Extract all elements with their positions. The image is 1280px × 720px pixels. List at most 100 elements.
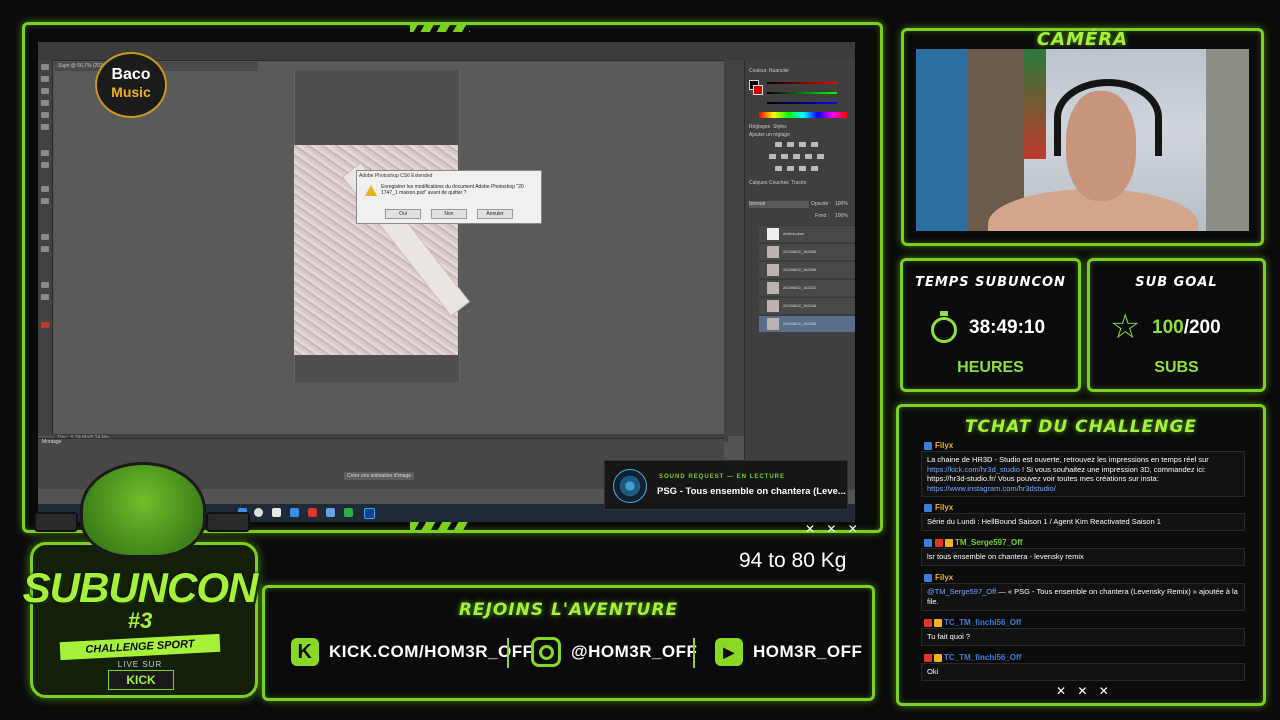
background-swatch[interactable] [753, 85, 763, 95]
divider [693, 638, 695, 668]
verified-badge-icon [924, 538, 932, 547]
swatches-tab[interactable]: Nuancier [769, 68, 789, 74]
channels-tab[interactable]: Couches [769, 180, 789, 186]
panel-dock [724, 60, 744, 436]
explorer-icon[interactable] [290, 508, 299, 517]
warning-icon [365, 185, 377, 196]
color-spectrum[interactable] [759, 112, 847, 118]
type-tool-icon[interactable] [41, 246, 49, 252]
photo-filter-icon[interactable] [817, 154, 824, 159]
styles-tab[interactable]: Styles [773, 124, 787, 130]
sub-goal: SUB GOAL ☆ 100/200 SUBS [1087, 258, 1266, 392]
weight-goal-text: 94 to 80 Kg [739, 549, 847, 572]
brightness-icon[interactable] [775, 142, 782, 147]
layer-row-selected[interactable]: 20240602_182055 [759, 315, 855, 332]
message-link[interactable]: https://www.instagram.com/hr3dstudio/ [927, 484, 1056, 493]
blue-slider[interactable] [767, 102, 837, 104]
fill-label: Fond : [815, 213, 830, 219]
red-slider[interactable] [767, 82, 837, 84]
layers-tab[interactable]: Calques [749, 180, 767, 186]
chat-username: TC_TM_finchi56_Off [924, 652, 1021, 663]
goal-title: SUB GOAL [1135, 275, 1218, 290]
zoom-tool-icon[interactable] [41, 294, 49, 300]
chat-message: TC_TM_finchi56_Off Oki [921, 653, 1245, 681]
cam-background [916, 49, 968, 231]
instagram-link[interactable]: @HOM3R_OFF [531, 636, 697, 668]
hand-tool-icon[interactable] [41, 282, 49, 288]
threshold-icon[interactable] [799, 166, 806, 171]
layer-row[interactable]: 20240602_182055 [759, 243, 855, 260]
brush-tool-icon[interactable] [41, 150, 49, 156]
no-button[interactable]: Non [431, 209, 467, 219]
layer-row[interactable]: 20240602_182102 [759, 279, 855, 296]
wand-tool-icon[interactable] [41, 100, 49, 106]
levels-icon[interactable] [787, 142, 794, 147]
chat-message: TM_Serge597_Off lsr tous ensemble on cha… [921, 538, 1245, 566]
invert-icon[interactable] [775, 166, 782, 171]
adjustments-hint: Ajouter un réglage [749, 132, 790, 138]
vibrance-icon[interactable] [769, 154, 776, 159]
toolbox[interactable] [38, 60, 53, 436]
blend-mode-select[interactable]: Normal [749, 201, 809, 208]
paths-tab[interactable]: Tracés [791, 180, 806, 186]
stopwatch-knob [940, 311, 948, 316]
stamp-tool-icon[interactable] [41, 162, 49, 168]
layer-row[interactable]: 20240602_182056 [759, 261, 855, 278]
baco-music-logo: Baco Music [95, 52, 167, 118]
curves-icon[interactable] [799, 142, 806, 147]
timeline-label[interactable]: Montage [42, 439, 61, 445]
layer-thumbnail [767, 300, 779, 312]
create-animation-button[interactable]: Créer une animation d'image [344, 472, 414, 480]
instagram-handle: @HOM3R_OFF [571, 642, 698, 661]
layer-name: 20240602_182102 [783, 285, 817, 290]
obs-icon[interactable] [344, 508, 353, 517]
app-icon[interactable] [308, 508, 317, 517]
posterize-icon[interactable] [787, 166, 794, 171]
bw-icon[interactable] [805, 154, 812, 159]
dumbbell-icon [34, 512, 78, 532]
eyedropper-tool-icon[interactable] [41, 124, 49, 130]
kick-link[interactable]: K KICK.COM/HOM3R_OFF [291, 636, 534, 668]
photoshop-icon[interactable] [364, 508, 375, 519]
fill-value[interactable]: 100% [835, 213, 848, 219]
social-title: REJOINS L'AVENTURE [458, 600, 679, 620]
star-icon: ☆ [1110, 308, 1141, 346]
layer-thumbnail [767, 246, 779, 258]
cancel-button[interactable]: Annuler [477, 209, 513, 219]
lasso-tool-icon[interactable] [41, 88, 49, 94]
chat-message: Filyx Série du Lundi : HellBound Saison … [921, 503, 1245, 531]
hue-icon[interactable] [781, 154, 788, 159]
cam-shelf-right [1206, 49, 1249, 231]
youtube-link[interactable]: ▶ HOM3R_OFF [715, 636, 862, 668]
mention[interactable]: @TM_Serge597_Off [927, 587, 996, 596]
chat-username: TC_TM_finchi56_Off [924, 617, 1021, 628]
kick-icon: K [291, 638, 319, 666]
balance-icon[interactable] [793, 154, 800, 159]
goal-total: /200 [1183, 317, 1221, 338]
adjustments-tab[interactable]: Réglages [749, 124, 770, 130]
layer-row[interactable]: 20240602_182108 [759, 297, 855, 314]
app-icon[interactable] [326, 508, 335, 517]
layer-row[interactable]: Arrière-plan [759, 225, 855, 242]
gradient-tool-icon[interactable] [41, 198, 49, 204]
exposure-icon[interactable] [811, 142, 818, 147]
eraser-tool-icon[interactable] [41, 186, 49, 192]
crop-tool-icon[interactable] [41, 112, 49, 118]
file-icon[interactable] [272, 508, 281, 517]
layer-name: 20240602_182055 [783, 321, 817, 326]
webcam-feed [916, 49, 1249, 231]
pen-tool-icon[interactable] [41, 234, 49, 240]
green-slider[interactable] [767, 92, 837, 94]
opacity-value[interactable]: 100% [835, 201, 848, 207]
color-tab[interactable]: Couleur [749, 68, 767, 74]
move-tool-icon[interactable] [41, 64, 49, 70]
youtube-icon: ▶ [715, 638, 743, 666]
frame-deco-bottom [410, 522, 470, 532]
yes-button[interactable]: Oui [385, 209, 421, 219]
dumbbell-icon [206, 512, 250, 532]
foreground-color-icon[interactable] [41, 322, 49, 328]
marquee-tool-icon[interactable] [41, 76, 49, 82]
chat-message: Filyx @TM_Serge597_Off — « PSG - Tous en… [921, 573, 1245, 611]
gradient-map-icon[interactable] [811, 166, 818, 171]
message-link[interactable]: https://kick.com/hr3d_studio [927, 465, 1020, 474]
